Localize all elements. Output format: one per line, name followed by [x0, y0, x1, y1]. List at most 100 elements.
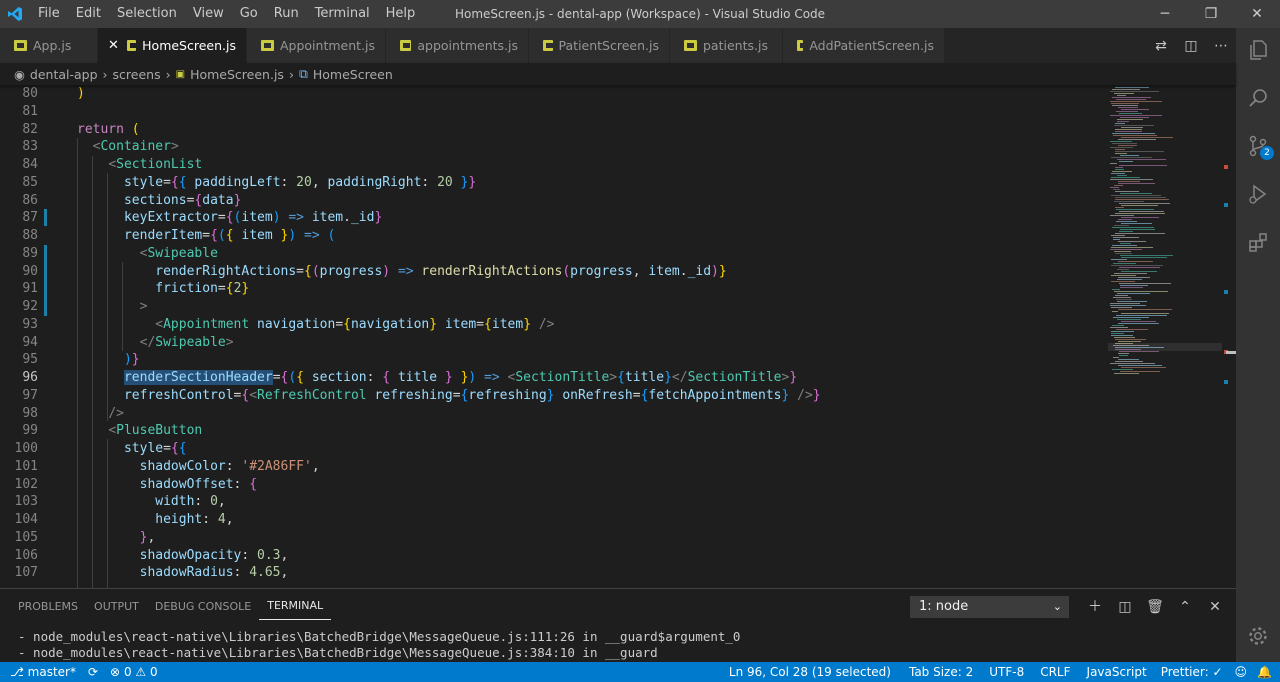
minimap-line [1118, 181, 1140, 182]
js-file-icon [261, 40, 274, 51]
line-number: 94 [22, 334, 38, 350]
minimap-line [1114, 185, 1123, 186]
problems-status[interactable]: ⊗ 0 ⚠ 0 [104, 662, 164, 682]
bell-icon[interactable]: 🔔 [1253, 662, 1280, 682]
menu-run[interactable]: Run [266, 0, 307, 28]
manage-gear-icon[interactable] [1236, 614, 1280, 658]
minimap-line [1112, 245, 1137, 246]
menu-view[interactable]: View [185, 0, 232, 28]
close-window-icon[interactable]: ✕ [1234, 0, 1280, 28]
sync-icon[interactable]: ⟳ [82, 662, 104, 682]
chevron-right-icon: › [288, 66, 294, 82]
menu-help[interactable]: Help [378, 0, 424, 28]
breadcrumb-file[interactable]: HomeScreen.js [190, 67, 284, 82]
line-ending[interactable]: CRLF [1032, 662, 1078, 682]
trash-icon[interactable]: 🗑 [1140, 596, 1170, 618]
new-terminal-icon[interactable]: ＋ [1080, 596, 1110, 618]
split-editor-icon[interactable]: ◫ [1176, 38, 1206, 54]
menu-terminal[interactable]: Terminal [307, 0, 378, 28]
cursor-position[interactable]: Ln 96, Col 28 (19 selected) [719, 662, 901, 682]
tab-size[interactable]: Tab Size: 2 [901, 662, 981, 682]
minimap-line [1118, 241, 1146, 242]
breadcrumb-symbol[interactable]: HomeScreen [313, 67, 393, 82]
minimap-line [1116, 315, 1167, 316]
indent-guide [122, 262, 123, 351]
minimap-line [1117, 279, 1142, 280]
compare-icon[interactable]: ⇄ [1146, 38, 1176, 54]
minimap-line [1114, 225, 1129, 226]
minimap-line [1119, 231, 1133, 232]
minimap-line [1117, 159, 1166, 160]
code-line: style={{ paddingLeft: 20, paddingRight: … [123, 174, 477, 190]
code-line: shadowOpacity: 0.3, [139, 547, 289, 563]
tab-patients-js[interactable]: patients.js [670, 28, 783, 63]
branch-status[interactable]: ⎇ master* [0, 662, 82, 682]
minimap-line [1118, 341, 1141, 342]
minimap-line [1121, 257, 1167, 258]
close-panel-icon[interactable]: ✕ [1200, 596, 1230, 618]
breadcrumb-folder[interactable]: screens [113, 67, 161, 82]
panel-tab-output[interactable]: OUTPUT [86, 589, 147, 624]
encoding[interactable]: UTF-8 [981, 662, 1032, 682]
breadcrumb-workspace[interactable]: dental-app [30, 67, 98, 82]
menu-file[interactable]: File [30, 0, 68, 28]
symbol-icon: ⧉ [298, 66, 308, 81]
code-area[interactable]: ) return ( <Container> <SectionList styl… [77, 85, 1107, 588]
chevron-up-icon[interactable]: ⌃ [1170, 596, 1200, 618]
tab-app-js[interactable]: App.js [0, 28, 98, 63]
source-control-icon[interactable]: 2 [1236, 124, 1280, 168]
panel-tab-terminal[interactable]: TERMINAL [259, 593, 332, 620]
tab-homescreen-js[interactable]: ✕ HomeScreen.js [98, 28, 247, 63]
search-icon[interactable] [1236, 76, 1280, 120]
tab-appointments-js[interactable]: appointments.js [386, 28, 529, 63]
menu-edit[interactable]: Edit [68, 0, 109, 28]
minimap-line [1117, 95, 1126, 96]
minimap-line [1111, 247, 1153, 248]
minimap[interactable] [1108, 85, 1236, 588]
tab-appointment-js[interactable]: Appointment.js [247, 28, 386, 63]
minimap-line [1110, 163, 1117, 164]
panel-tab-problems[interactable]: PROBLEMS [10, 589, 86, 624]
code-line: height: 4, [155, 512, 234, 527]
breadcrumb: ◉ dental-app › screens › ▣ HomeScreen.js… [0, 63, 1236, 85]
vertical-scrollbar[interactable] [1222, 85, 1236, 588]
tab-patientscreen-js[interactable]: PatientScreen.js [529, 28, 670, 63]
code-line: </Swipeable> [139, 334, 234, 350]
minimap-line [1115, 167, 1123, 168]
minimap-line [1118, 359, 1139, 360]
extensions-icon[interactable] [1236, 220, 1280, 264]
menu-selection[interactable]: Selection [109, 0, 185, 28]
panel-tab-debug-console[interactable]: DEBUG CONSOLE [147, 589, 259, 624]
minimap-line [1117, 319, 1141, 320]
close-tab-icon[interactable]: ✕ [108, 38, 119, 53]
minimap-line [1118, 261, 1153, 262]
explorer-icon[interactable] [1236, 28, 1280, 72]
minimap-line [1111, 235, 1125, 236]
more-actions-icon[interactable]: ⋯ [1206, 38, 1236, 54]
minimap-line [1121, 271, 1157, 272]
run-debug-icon[interactable] [1236, 172, 1280, 216]
code-editor[interactable]: 80 81 82 83 84 85 86 87 88 89 90 91 92 93 94 95 96 97 98 99… [0, 85, 1236, 588]
minimize-icon[interactable]: ─ [1142, 0, 1188, 28]
minimap-line [1110, 147, 1133, 148]
minimap-line [1115, 153, 1127, 154]
split-terminal-icon[interactable]: ◫ [1110, 596, 1140, 618]
minimap-line [1114, 273, 1147, 274]
minimap-line [1116, 299, 1132, 300]
minimap-line [1111, 259, 1127, 260]
prettier-status[interactable]: Prettier: ✓ [1155, 662, 1229, 682]
window-controls: ─ ❐ ✕ [1142, 0, 1280, 28]
warning-count: 0 [150, 665, 158, 679]
restore-icon[interactable]: ❐ [1188, 0, 1234, 28]
menu-go[interactable]: Go [232, 0, 266, 28]
tab-addpatientscreen-js[interactable]: AddPatientScreen.js [783, 28, 945, 63]
language-mode[interactable]: JavaScript [1079, 662, 1155, 682]
js-file-icon: ▣ [175, 68, 186, 80]
bottom-panel: PROBLEMS OUTPUT DEBUG CONSOLE TERMINAL 1… [0, 588, 1236, 662]
minimap-line [1115, 339, 1146, 340]
terminal-select[interactable]: 1: node ⌄ [910, 596, 1069, 618]
feedback-icon[interactable]: ☺ [1229, 662, 1254, 682]
tab-label: App.js [33, 38, 72, 53]
minimap-line [1115, 151, 1164, 152]
minimap-line [1114, 337, 1135, 338]
